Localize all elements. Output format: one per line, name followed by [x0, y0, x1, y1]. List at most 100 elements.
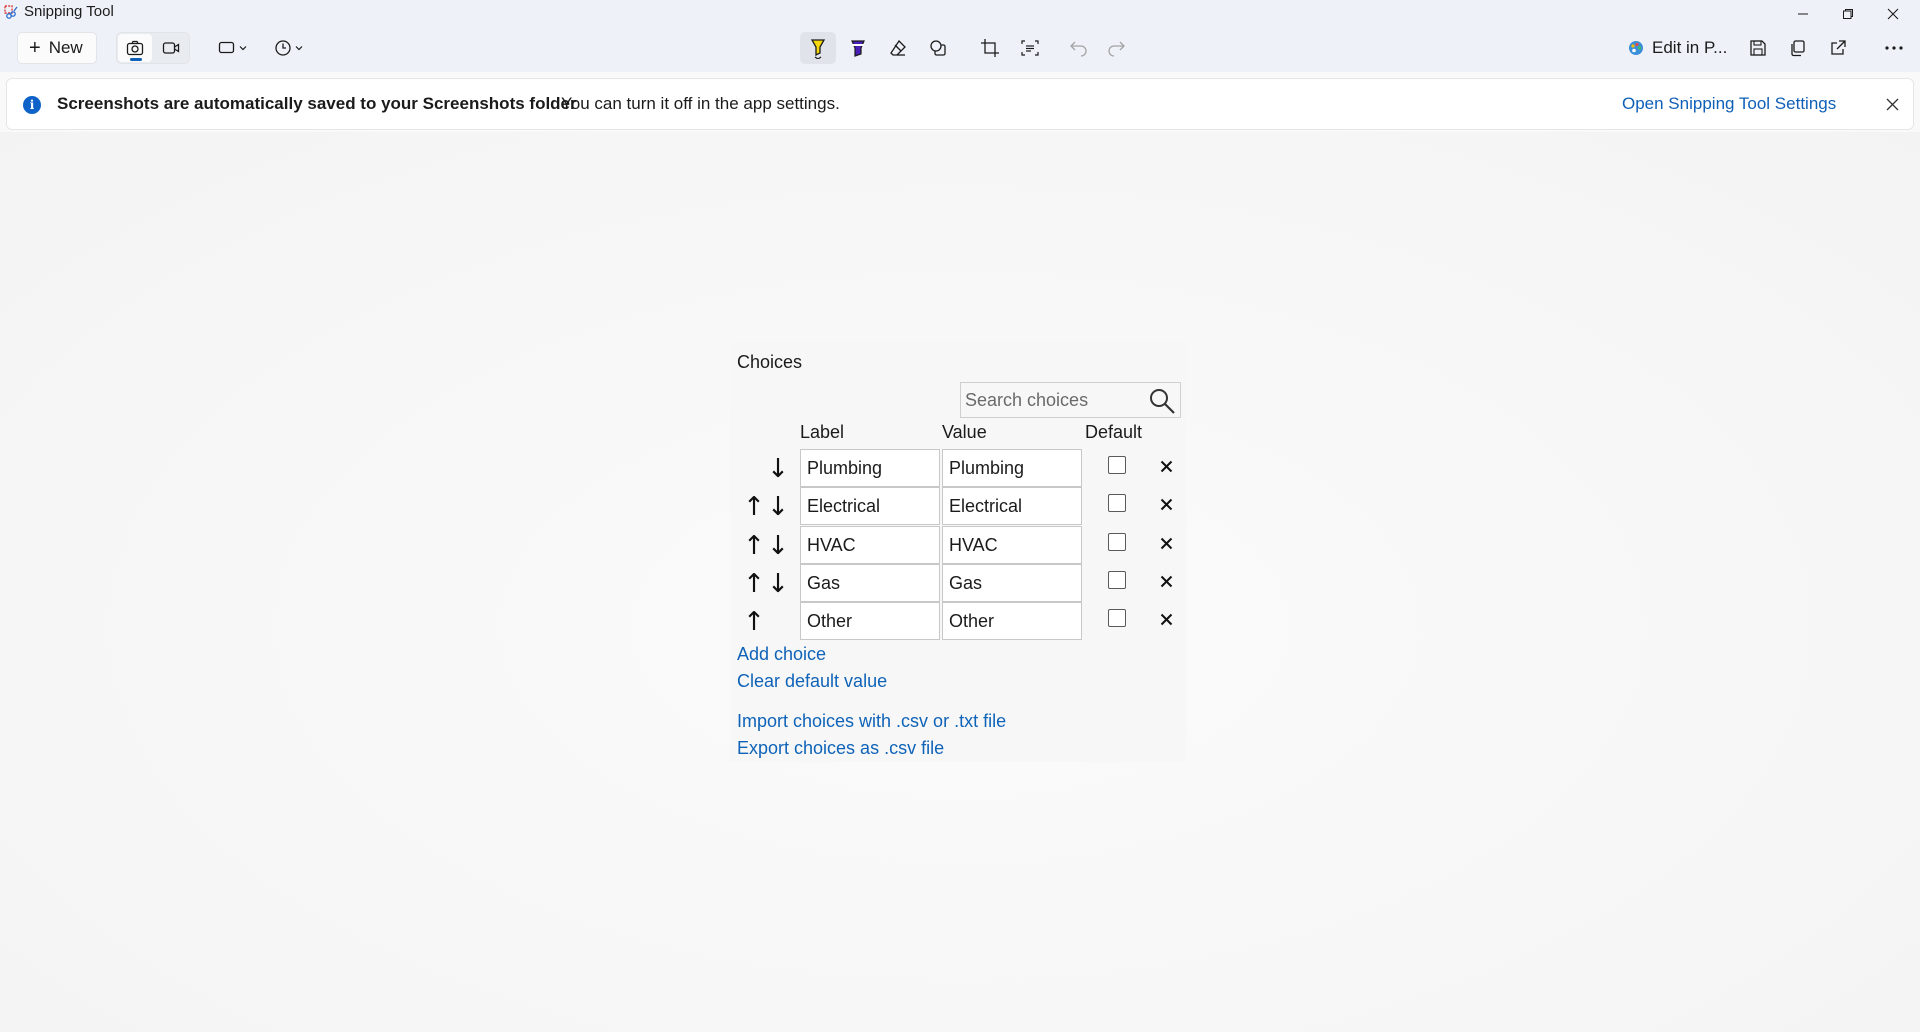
import-choices-link[interactable]: Import choices with .csv or .txt file: [737, 711, 1006, 732]
window-title: Snipping Tool: [24, 3, 114, 20]
label-cell[interactable]: [800, 487, 940, 525]
value-cell[interactable]: [942, 487, 1082, 525]
close-icon: [1160, 613, 1172, 625]
open-settings-link[interactable]: Open Snipping Tool Settings: [1622, 94, 1836, 114]
search-choices-input[interactable]: [965, 387, 1140, 413]
save-button[interactable]: [1740, 32, 1776, 64]
label-column-header: Label: [800, 422, 845, 442]
choice-value-input[interactable]: [949, 609, 1075, 633]
crop-button[interactable]: [972, 32, 1008, 64]
choice-value-input[interactable]: [949, 571, 1075, 595]
copy-icon: [1791, 40, 1805, 57]
close-icon: [1160, 537, 1172, 549]
info-message: You can turn it off in the app settings.: [561, 94, 840, 113]
choice-row: ↑ ↓: [730, 487, 1186, 525]
rectangle-snip-icon: [218, 41, 235, 54]
choice-label-input[interactable]: [807, 571, 933, 595]
close-icon: [1886, 98, 1898, 110]
default-checkbox[interactable]: [1108, 533, 1126, 551]
restore-icon: [1843, 9, 1853, 19]
new-button[interactable]: + New: [17, 32, 97, 64]
paint-icon: [1629, 41, 1643, 55]
active-mode-indicator: [130, 58, 142, 61]
move-up-button[interactable]: ↑: [743, 492, 765, 522]
choice-value-input[interactable]: [949, 533, 1075, 557]
choice-label-input[interactable]: [807, 533, 933, 557]
choice-value-input[interactable]: [949, 494, 1075, 518]
add-choice-link[interactable]: Add choice: [737, 644, 826, 665]
edit-in-paint-button[interactable]: Edit in P...: [1628, 32, 1727, 64]
undo-button[interactable]: [1061, 32, 1097, 64]
move-down-button[interactable]: ↓: [767, 569, 789, 599]
label-cell[interactable]: [800, 449, 940, 487]
delete-choice-button[interactable]: [1155, 455, 1177, 477]
clock-icon: [275, 40, 291, 56]
video-camera-icon: [162, 42, 180, 54]
delete-choice-button[interactable]: [1155, 608, 1177, 630]
snip-shape-dropdown[interactable]: [210, 32, 256, 64]
default-checkbox[interactable]: [1108, 571, 1126, 589]
share-button[interactable]: [1820, 32, 1856, 64]
more-icon: [1885, 46, 1903, 50]
shapes-button[interactable]: [920, 32, 956, 64]
choices-title: Choices: [737, 352, 803, 372]
redo-button[interactable]: [1098, 32, 1134, 64]
default-checkbox[interactable]: [1108, 456, 1126, 474]
move-up-button[interactable]: ↑: [743, 569, 765, 599]
move-down-button[interactable]: ↓: [767, 492, 789, 522]
choice-row: ↑: [730, 602, 1186, 640]
text-actions-button[interactable]: [1012, 32, 1048, 64]
default-checkbox[interactable]: [1108, 609, 1126, 627]
dismiss-info-button[interactable]: [1882, 94, 1902, 114]
delete-choice-button[interactable]: [1155, 493, 1177, 515]
clear-default-link[interactable]: Clear default value: [737, 671, 887, 692]
highlighter-button[interactable]: [800, 32, 836, 64]
default-column-header: Default: [1085, 422, 1143, 442]
move-up-button[interactable]: ↑: [743, 531, 765, 561]
snipping-tool-icon: [4, 5, 18, 19]
shapes-icon: [930, 40, 946, 56]
delete-choice-button[interactable]: [1155, 532, 1177, 554]
eraser-button[interactable]: [880, 32, 916, 64]
value-cell[interactable]: [942, 564, 1082, 602]
copy-button[interactable]: [1780, 32, 1816, 64]
delete-choice-button[interactable]: [1155, 570, 1177, 592]
chevron-down-icon: [295, 46, 303, 51]
pen-icon: [851, 40, 865, 57]
highlighter-icon: [810, 39, 826, 59]
screenshot-mode-button[interactable]: [118, 34, 152, 62]
label-cell[interactable]: [800, 564, 940, 602]
info-icon: i: [23, 96, 41, 114]
choice-row: ↑ ↓: [730, 526, 1186, 564]
value-cell[interactable]: [942, 449, 1082, 487]
info-title: Screenshots are automatically saved to y…: [57, 94, 577, 113]
choice-label-input[interactable]: [807, 609, 933, 633]
search-choices-box[interactable]: [960, 382, 1181, 418]
pen-button[interactable]: [840, 32, 876, 64]
delay-dropdown[interactable]: [266, 32, 312, 64]
choice-label-input[interactable]: [807, 494, 933, 518]
chevron-down-icon: [239, 46, 247, 51]
undo-icon: [1070, 41, 1087, 57]
value-cell[interactable]: [942, 526, 1082, 564]
choice-label-input[interactable]: [807, 456, 933, 480]
close-icon: [1887, 8, 1899, 20]
move-down-button[interactable]: ↓: [767, 454, 789, 484]
value-cell[interactable]: [942, 602, 1082, 640]
default-checkbox[interactable]: [1108, 494, 1126, 512]
export-choices-link[interactable]: Export choices as .csv file: [737, 738, 944, 759]
close-icon: [1160, 575, 1172, 587]
camera-icon: [126, 40, 144, 56]
toolbar: + New Edit in P...: [0, 24, 1920, 72]
value-column-header: Value: [942, 422, 987, 442]
share-icon: [1831, 40, 1846, 55]
close-icon: [1160, 460, 1172, 472]
plus-icon: +: [29, 37, 41, 59]
move-up-button[interactable]: ↑: [743, 607, 765, 637]
label-cell[interactable]: [800, 602, 940, 640]
choice-value-input[interactable]: [949, 456, 1075, 480]
video-mode-button[interactable]: [154, 34, 188, 62]
move-down-button[interactable]: ↓: [767, 531, 789, 561]
label-cell[interactable]: [800, 526, 940, 564]
more-options-button[interactable]: [1876, 32, 1912, 64]
